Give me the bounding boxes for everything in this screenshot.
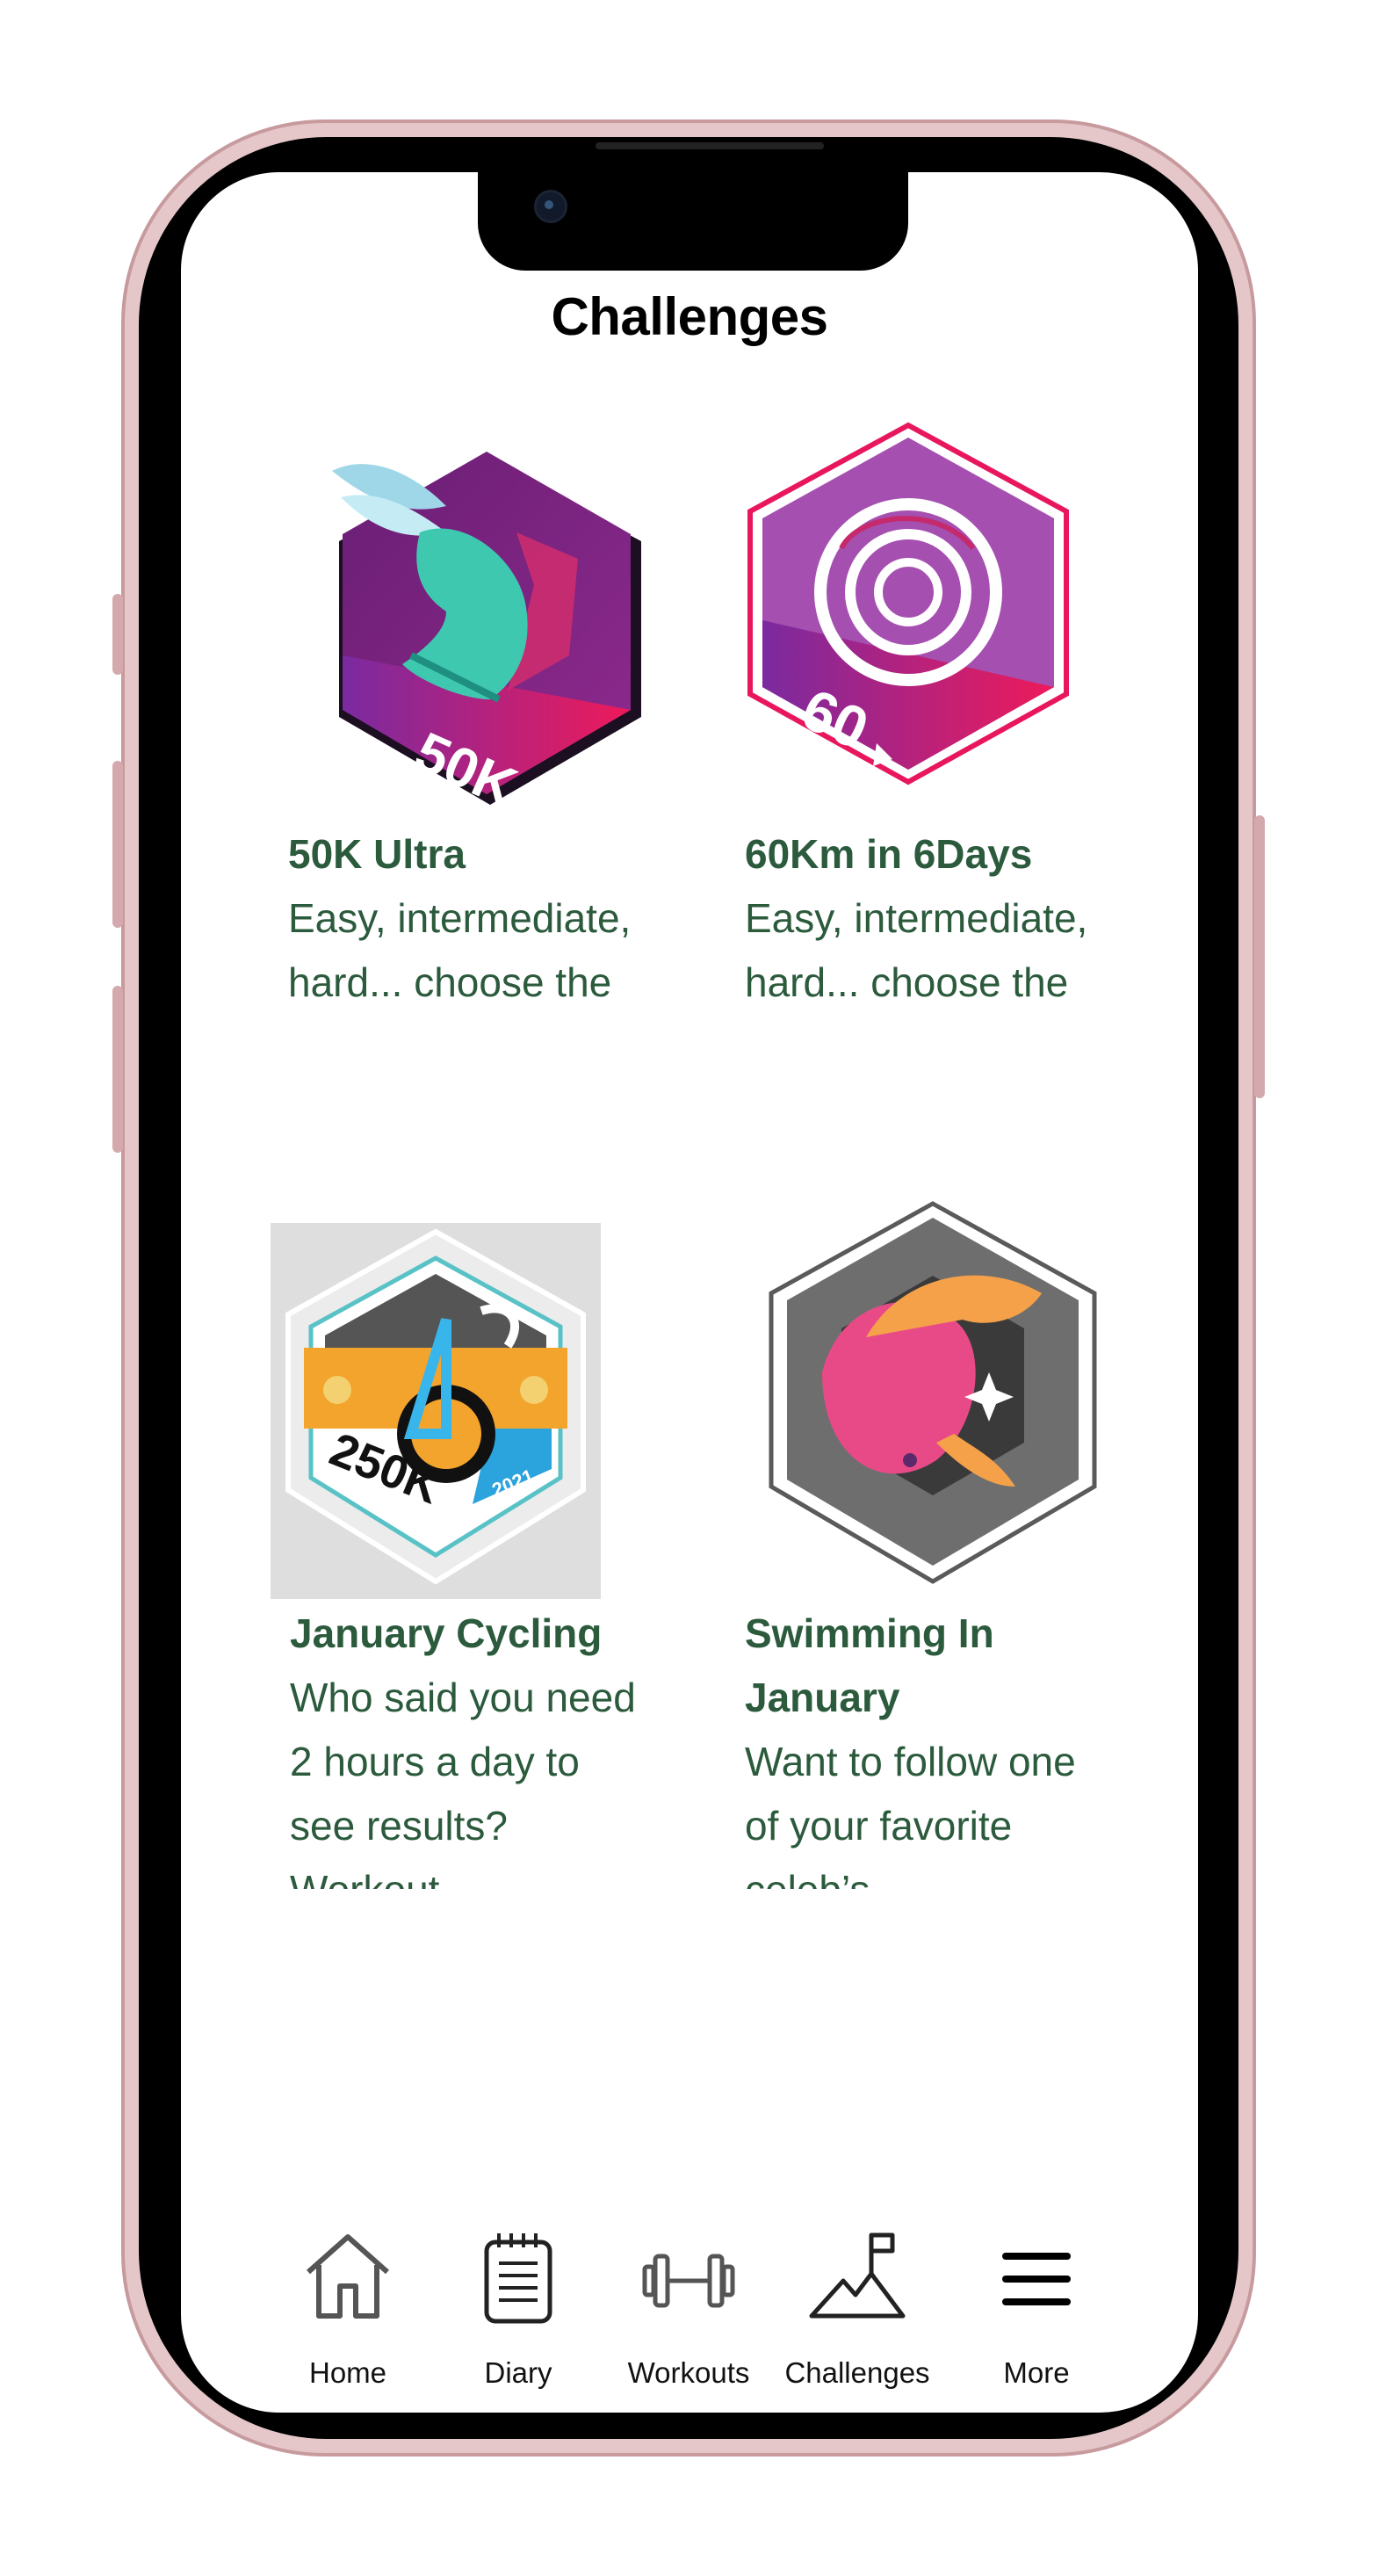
tab-diary[interactable]: Diary — [430, 2228, 606, 2404]
tab-label: More — [1003, 2356, 1070, 2389]
challenge-title: 60Km in 6Days — [745, 831, 1033, 877]
power-button — [1254, 815, 1265, 1098]
challenge-title: January Cycling — [290, 1610, 603, 1656]
fish-badge-icon — [769, 1201, 1097, 1584]
app-screen: Challenges 50K 50K Ultra Easy, intermedi… — [181, 172, 1198, 2413]
challenge-description: Easy, intermediate, hard... choose the — [745, 895, 1088, 1005]
camera-notch — [478, 172, 908, 271]
challenge-description: Want to follow one of your favorite cele… — [745, 1739, 1076, 1889]
challenge-title: 50K Ultra — [288, 831, 466, 877]
mute-switch — [112, 594, 123, 675]
volume-down-button — [112, 986, 123, 1153]
tab-label: Workouts — [627, 2356, 750, 2389]
challenge-description: Easy, intermediate, hard... choose the — [288, 895, 632, 1005]
mountain-flag-icon — [809, 2232, 906, 2319]
target-60-badge-icon: 60 — [747, 422, 1069, 785]
front-camera — [534, 190, 567, 223]
challenge-title: Swimming In January — [745, 1610, 994, 1720]
notepad-icon — [484, 2233, 552, 2324]
volume-up-button — [112, 761, 123, 928]
tab-label: Diary — [484, 2356, 552, 2389]
menu-icon — [1002, 2253, 1071, 2305]
dumbbell-icon — [642, 2254, 735, 2308]
winged-shoe-50k-badge-icon: 50K — [332, 452, 641, 820]
tab-label: Home — [308, 2356, 387, 2389]
tab-workouts[interactable]: Workouts — [601, 2228, 776, 2404]
tab-home[interactable]: Home — [260, 2228, 436, 2404]
tab-challenges[interactable]: Challenges — [769, 2228, 945, 2404]
challenge-description: Who said you need 2 hours a day to see r… — [290, 1675, 636, 1889]
tab-bar: Home Diary Workouts Challenges More — [181, 2228, 1198, 2413]
page-title: Challenges — [551, 287, 828, 346]
home-icon — [307, 2234, 389, 2319]
tab-label: Challenges — [784, 2356, 930, 2389]
bicycle-250k-badge-icon: 250K 2021 — [271, 1223, 601, 1599]
tab-more[interactable]: More — [949, 2228, 1124, 2404]
